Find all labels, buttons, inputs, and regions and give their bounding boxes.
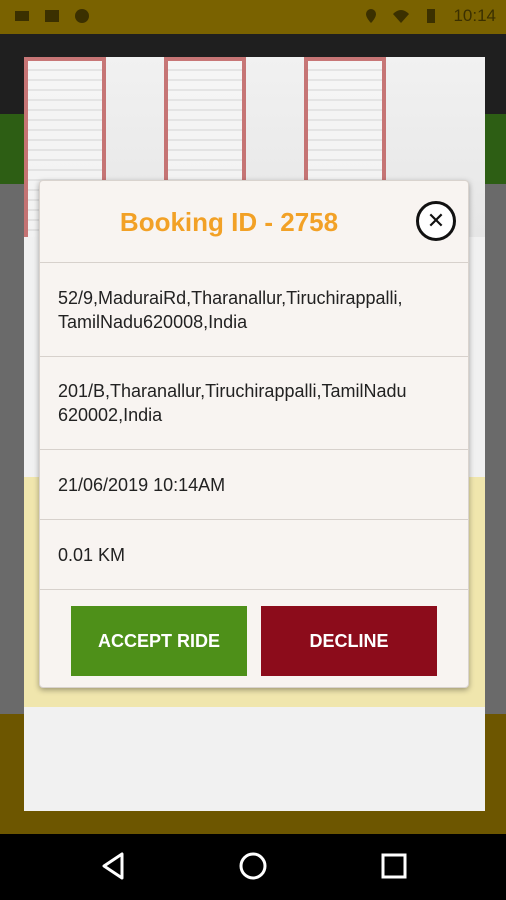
date-time-row: 21/06/2019 10:14AM xyxy=(40,450,468,520)
status-bar: 10:14 xyxy=(0,0,506,34)
decline-label: DECLINE xyxy=(309,630,389,651)
drop-address: 201/B,Tharanallur,Tiruchirappalli,TamilN… xyxy=(58,381,407,425)
status-time: 10:14 xyxy=(453,6,496,25)
decline-button[interactable]: DECLINE xyxy=(261,606,437,676)
dialog-header: Booking ID - 2758 ✕ xyxy=(40,181,468,263)
pickup-address: 52/9,MaduraiRd,Tharanallur,Tiruchirappal… xyxy=(58,287,403,332)
booking-date-time: 21/06/2019 10:14AM xyxy=(58,474,226,495)
navigation-bar xyxy=(0,834,506,900)
mail-icon xyxy=(15,11,29,21)
back-icon[interactable] xyxy=(96,848,132,884)
drop-address-row: 201/B,Tharanallur,Tiruchirappalli,TamilN… xyxy=(40,357,468,450)
home-icon[interactable] xyxy=(235,848,271,884)
accept-ride-label: ACCEPT RIDE xyxy=(97,630,220,651)
accept-ride-button[interactable]: ACCEPT RIDE xyxy=(71,606,247,676)
battery-icon xyxy=(427,9,436,23)
close-button[interactable]: ✕ xyxy=(416,201,456,241)
wifi-icon xyxy=(393,10,410,23)
recents-icon[interactable] xyxy=(376,848,412,884)
booking-title: Booking ID - 2758 xyxy=(119,207,339,237)
notification-dot-icon xyxy=(75,9,89,23)
location-icon xyxy=(366,9,377,23)
booking-dialog: Booking ID - 2758 ✕ 52/9,MaduraiRd,Thara… xyxy=(39,180,469,688)
distance-row: 0.01 KM xyxy=(40,520,468,590)
message-icon xyxy=(45,10,59,22)
close-icon: ✕ xyxy=(426,208,446,233)
status-right-icons: 10:14 xyxy=(363,6,496,26)
pickup-address-row: 52/9,MaduraiRd,Tharanallur,Tiruchirappal… xyxy=(40,263,468,357)
status-left-icons xyxy=(14,8,90,24)
booking-distance: 0.01 KM xyxy=(58,544,126,565)
